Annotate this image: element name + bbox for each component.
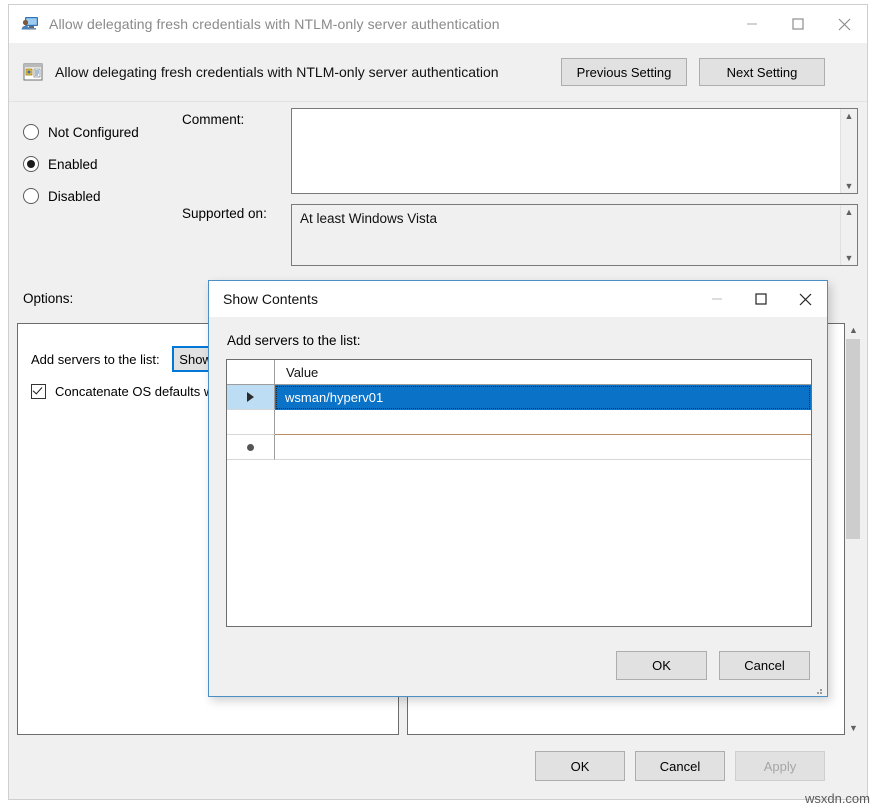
dialog-list-label: Add servers to the list: (227, 333, 361, 348)
main-window-footer-buttons: OK Cancel Apply (535, 751, 825, 781)
chevron-down-icon[interactable]: ▼ (845, 253, 854, 263)
values-grid[interactable]: Value wsman/hyperv01 (226, 359, 812, 627)
row-selector-new[interactable] (227, 435, 275, 460)
watermark: wsxdn.com (805, 791, 870, 806)
main-window-caption-buttons (729, 5, 867, 43)
row-selector[interactable] (227, 410, 275, 435)
grid-cell-value[interactable] (275, 410, 811, 435)
apply-button: Apply (735, 751, 825, 781)
chevron-down-icon[interactable]: ▼ (845, 181, 854, 191)
row-selector-current[interactable] (227, 385, 275, 410)
current-row-arrow-icon (247, 392, 254, 402)
dialog-body: Add servers to the list: Value wsman/hyp… (209, 317, 827, 698)
radio-icon-not-configured (23, 124, 39, 140)
supported-on-value: At least Windows Vista (300, 211, 437, 226)
panes-scrollbar[interactable]: ▲ ▼ (845, 323, 862, 735)
show-contents-dialog: Show Contents Add servers to the list: V… (208, 280, 828, 697)
chevron-up-icon[interactable]: ▲ (845, 207, 854, 217)
main-window-footer: OK Cancel Apply (9, 737, 867, 799)
radio-label-disabled: Disabled (48, 189, 101, 204)
radio-icon-disabled (23, 188, 39, 204)
main-window-titlebar: Allow delegating fresh credentials with … (9, 5, 867, 43)
radio-disabled[interactable]: Disabled (23, 180, 183, 212)
radio-enabled[interactable]: Enabled (23, 148, 183, 180)
dialog-title: Show Contents (223, 291, 318, 307)
grid-cell-value[interactable]: wsman/hyperv01 (275, 385, 811, 410)
next-setting-button[interactable]: Next Setting (699, 58, 825, 86)
supported-on-label: Supported on: (182, 206, 267, 221)
comment-textarea[interactable]: ▲ ▼ (291, 108, 858, 194)
setting-config-area: Not Configured Enabled Disabled Comment:… (9, 102, 867, 270)
add-servers-label: Add servers to the list: (31, 352, 160, 367)
minimize-icon[interactable] (729, 5, 775, 43)
cancel-button[interactable]: Cancel (635, 751, 725, 781)
dialog-caption-buttons (695, 281, 827, 317)
add-servers-row: Add servers to the list: Show... (31, 346, 230, 372)
checkbox-icon-concatenate (31, 384, 46, 399)
resize-grip-icon[interactable] (812, 684, 824, 696)
group-policy-setting-icon (23, 62, 43, 82)
main-window-title: Allow delegating fresh credentials with … (49, 16, 500, 32)
radio-icon-enabled (23, 156, 39, 172)
setting-header-title: Allow delegating fresh credentials with … (55, 64, 499, 80)
policy-computer-icon (21, 15, 39, 33)
setting-nav-buttons: Previous Setting Next Setting (561, 58, 825, 86)
chevron-up-icon[interactable]: ▲ (845, 111, 854, 121)
ok-button[interactable]: OK (535, 751, 625, 781)
grid-corner-header (227, 360, 275, 384)
radio-not-configured[interactable]: Not Configured (23, 116, 183, 148)
dialog-titlebar: Show Contents (209, 281, 827, 317)
grid-header-row: Value (227, 360, 811, 385)
grid-column-header-value[interactable]: Value (275, 360, 811, 384)
dialog-footer-buttons: OK Cancel (616, 651, 810, 680)
chevron-up-icon[interactable]: ▲ (849, 325, 858, 335)
setting-header-band: Allow delegating fresh credentials with … (9, 43, 867, 102)
radio-label-not-configured: Not Configured (48, 125, 139, 140)
dialog-ok-button[interactable]: OK (616, 651, 707, 680)
maximize-icon[interactable] (775, 5, 821, 43)
close-icon[interactable] (821, 5, 867, 43)
scrollbar-thumb[interactable] (846, 339, 860, 539)
grid-cell-value[interactable] (275, 435, 811, 460)
options-label: Options: (23, 291, 73, 306)
chevron-down-icon[interactable]: ▼ (849, 723, 858, 733)
new-row-star-icon (247, 444, 254, 451)
radio-label-enabled: Enabled (48, 157, 98, 172)
supported-on-textarea: At least Windows Vista ▲ ▼ (291, 204, 858, 266)
supported-on-scrollbar[interactable]: ▲ ▼ (840, 205, 857, 265)
comment-label: Comment: (182, 112, 244, 127)
minimize-icon (695, 281, 739, 317)
table-row[interactable]: wsman/hyperv01 (227, 385, 811, 410)
maximize-icon[interactable] (739, 281, 783, 317)
close-icon[interactable] (783, 281, 827, 317)
setting-state-radio-group: Not Configured Enabled Disabled (23, 116, 183, 212)
dialog-cancel-button[interactable]: Cancel (719, 651, 810, 680)
table-row[interactable] (227, 410, 811, 435)
previous-setting-button[interactable]: Previous Setting (561, 58, 687, 86)
comment-scrollbar[interactable]: ▲ ▼ (840, 109, 857, 193)
table-row-new[interactable] (227, 435, 811, 460)
